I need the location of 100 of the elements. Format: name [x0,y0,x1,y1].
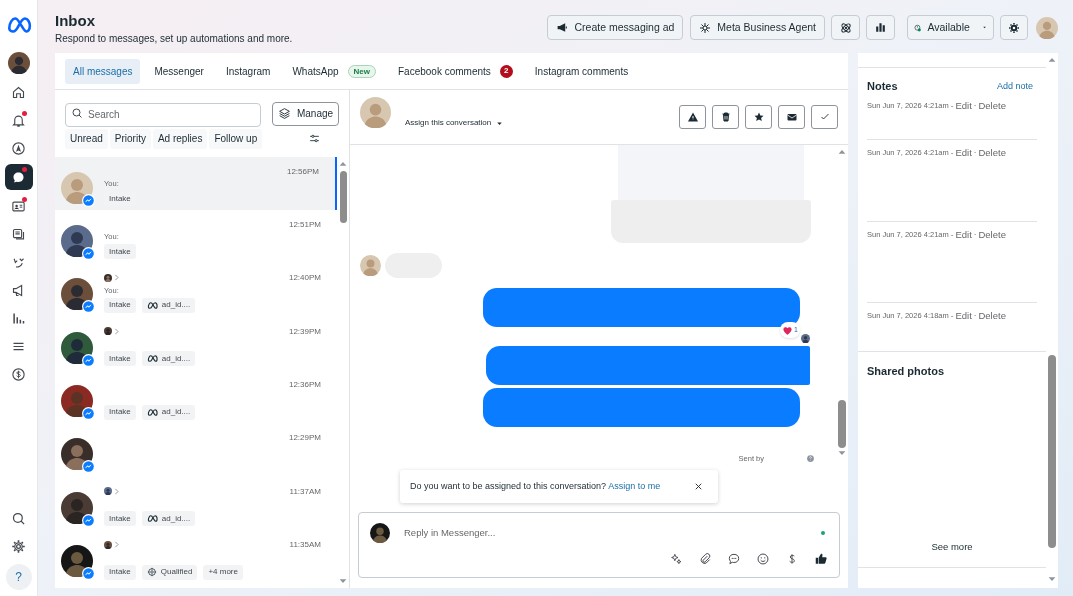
check-button[interactable] [811,105,838,129]
see-more-link[interactable]: See more [931,540,973,555]
settings-button[interactable] [1000,15,1028,40]
meta-icon [146,299,158,311]
layers-icon [277,107,291,121]
reply-field[interactable]: Reply in Messenger... [404,525,807,541]
note-action-link[interactable]: Delete [978,98,1006,113]
messenger-badge-icon [82,246,95,260]
label-tag: Intake [104,351,136,367]
scrollbar-thumb[interactable] [838,400,846,448]
megaphone-icon [555,21,569,34]
target-icon [146,567,157,578]
filter-chip[interactable]: Unread [65,128,108,149]
separator-text: - [950,228,954,241]
tab[interactable]: Messenger [146,58,212,84]
search-icon [71,107,83,119]
create-ad-button[interactable]: Create messaging ad [546,15,684,40]
separator-text: · [973,99,977,112]
section-title: Notes [867,79,898,94]
separator-text: · [973,309,977,322]
messenger-badge-icon [82,300,95,314]
filter-chip[interactable]: Priority [109,128,151,149]
help-button[interactable]: ? [5,564,32,590]
note-action-link[interactable]: Edit [955,308,972,323]
settings-icon [1008,21,1020,34]
label-tag: Intake [104,404,136,420]
tab[interactable]: Instagram [217,58,279,84]
ad-tag: ad_id.... [141,351,196,367]
home-icon [11,84,26,100]
messenger-badge-icon [82,567,95,581]
add-note-link[interactable]: Add note [996,79,1033,93]
agent-button[interactable]: Meta Business Agent [690,15,825,40]
insights-button[interactable] [866,15,895,40]
bar-chart-icon [874,21,887,34]
scroll-down-icon[interactable] [1047,574,1057,584]
note-action-link[interactable]: Edit [955,98,972,113]
settings-icon [11,538,26,554]
note-action-link[interactable]: Delete [978,227,1006,242]
messenger-badge-icon [82,193,95,207]
bell-icon [11,112,26,128]
scroll-up-icon[interactable] [1047,55,1057,65]
time-text: 12:56PM [286,165,320,178]
note-action-link[interactable]: Delete [978,145,1006,160]
thumbs-up-icon[interactable] [814,552,828,566]
tab[interactable]: Instagram comments [526,58,637,84]
avatar-icon[interactable] [7,52,30,74]
status-dropdown[interactable]: Available [907,15,994,40]
tab[interactable]: WhatsApp New [284,58,384,84]
paperclip-icon[interactable] [698,552,712,566]
filter-chip[interactable]: Follow up [209,128,263,149]
rail-item[interactable] [4,164,33,190]
label-tag: Intake [104,244,136,260]
scroll-up-icon[interactable] [837,147,847,157]
avatar-icon [370,523,390,543]
note-action-link[interactable]: Delete [978,308,1006,323]
time-text: 12:39PM [288,325,322,338]
messenger-badge-icon [82,460,95,474]
label-tag: Intake [104,511,136,527]
trash-button[interactable] [712,105,739,129]
new-badge: New [347,64,376,78]
atom-button[interactable] [831,15,860,40]
assign-to-me-link[interactable]: Assign to me [608,480,661,491]
time-text: 12:36PM [288,379,322,392]
meta-icon [146,353,158,365]
compass-icon [11,140,26,156]
scrollbar-thumb[interactable] [1048,355,1056,548]
pages-icon [11,226,26,242]
sparkle-icon[interactable] [669,552,683,566]
ad-tag: ad_id.... [141,511,196,527]
separator-text: · [973,146,977,159]
star-button[interactable] [745,105,772,129]
info-icon [806,454,815,464]
section-title: Shared photos [867,363,945,379]
avatar-icon [360,96,391,128]
search-field[interactable]: Search [65,102,261,127]
note-action-link[interactable]: Edit [955,227,972,242]
stage-tag: Qualified [141,564,198,580]
sparkle-icon [699,21,712,34]
filter-icon[interactable] [308,132,321,145]
close-icon[interactable] [693,481,704,492]
warning-button[interactable] [679,105,706,129]
emoji-icon[interactable] [756,552,770,566]
ad-tag: ad_id.... [141,404,196,420]
note-action-link[interactable]: Edit [955,145,972,160]
assign-dropdown[interactable]: Assign this conversation [405,117,505,129]
star-icon [752,111,765,123]
tab[interactable]: Facebook comments 2 [390,58,521,84]
tab[interactable]: All messages [65,58,141,84]
filter-chip[interactable]: Ad replies [152,128,208,149]
manage-button[interactable]: Manage [272,101,339,126]
scrollbar-thumb[interactable] [339,170,347,223]
mail-button[interactable] [778,105,805,129]
mail-icon [785,111,798,123]
separator-text: - [950,309,954,322]
ad-tag: ad_id.... [141,297,196,313]
messenger-badge-icon [82,353,95,367]
scroll-down-icon[interactable] [338,576,348,586]
atom-icon [838,20,853,35]
time-text: 11:35AM [289,539,322,552]
chat-bubble-icon[interactable] [727,552,741,566]
